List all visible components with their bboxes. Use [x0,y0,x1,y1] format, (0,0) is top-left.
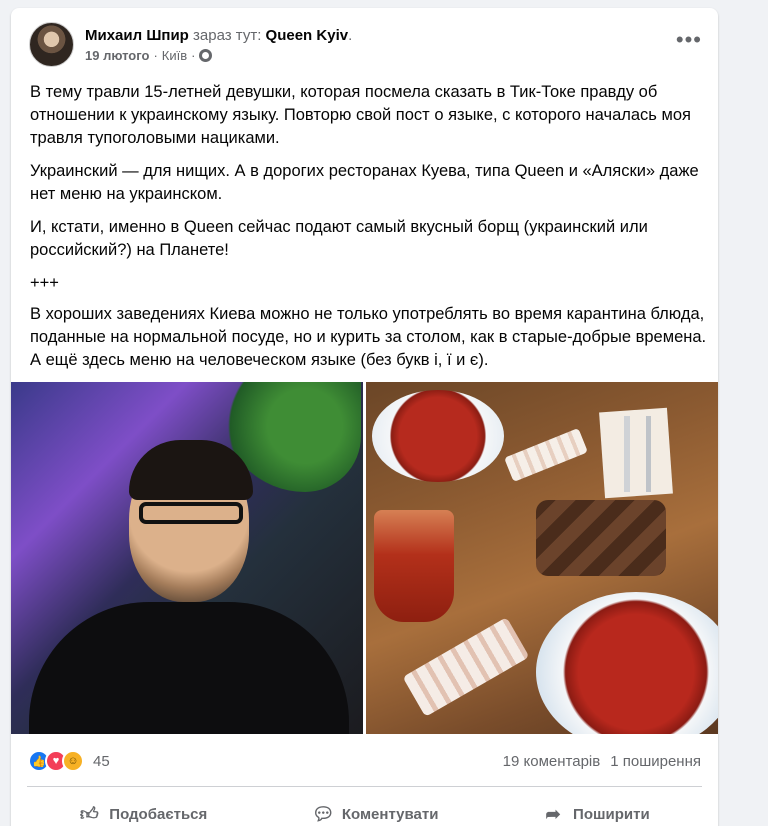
dot-separator: · [153,47,158,63]
post-meta: Михаил Шпир зараз тут: Queen Kyiv. 19 лю… [85,26,352,63]
reactions-summary[interactable]: 👍 ♥ ☺ 45 [28,750,110,772]
comment-icon: 💬︎ [311,803,335,824]
like-button[interactable]: 👍︎ Подобається [63,797,223,826]
drink-glass-shape [374,510,454,622]
comment-label: Коментувати [341,805,439,823]
post-text: В тему травли 15-летней девушки, которая… [30,81,710,382]
post-subline: 19 лютого · Київ · [85,48,352,63]
napkin-shape [599,407,673,499]
more-options-icon[interactable]: ••• [676,29,702,51]
borscht-bowl-shape [372,390,504,482]
post-city: Київ [161,47,188,63]
share-icon: ➦ [545,803,561,824]
comment-button[interactable]: 💬︎ Коментувати [296,798,455,826]
like-label: Подобається [109,805,208,823]
at-text: зараз тут: [188,26,266,44]
post-paragraph: Украинский — для нищих. А в дорогих рест… [30,162,699,203]
photo-food[interactable] [366,382,718,734]
place-link[interactable]: Queen Kyiv [266,27,349,44]
avatar[interactable] [29,21,74,67]
reaction-count: 45 [93,752,110,770]
photo-grid [11,382,718,734]
sweater-shape [29,602,349,734]
author-name[interactable]: Михаил Шпир [85,27,189,44]
author-line: Михаил Шпир зараз тут: Queen Kyiv. [85,26,352,46]
bread-shape [536,500,666,576]
share-label: Поширити [573,805,650,823]
post-paragraph: +++ [30,274,59,292]
post-date[interactable]: 19 лютого [85,48,149,63]
post-stats: 👍 ♥ ☺ 45 19 коментарів 1 поширення [28,746,701,776]
salo-shape [504,427,588,483]
glasses-shape [139,502,243,524]
dot-separator: · [191,47,196,63]
post-paragraph: В тему травли 15-летней девушки, которая… [30,83,691,147]
knife-shape [646,416,651,492]
globe-icon[interactable] [199,48,213,62]
thumbs-up-icon: 👍︎ [79,804,99,824]
post-paragraph: В хороших заведениях Киева можно не толь… [30,305,707,369]
salo-plate-shape [402,617,530,717]
divider [27,786,702,787]
comments-count[interactable]: 19 коментарів [503,753,601,770]
post-card: Михаил Шпир зараз тут: Queen Kyiv. 19 лю… [11,8,718,826]
engagement-counts: 19 коментарів 1 поширення [503,753,701,770]
photo-portrait[interactable] [11,382,363,734]
post-header: Михаил Шпир зараз тут: Queen Kyiv. 19 лю… [29,20,352,68]
shares-count[interactable]: 1 поширення [610,753,701,770]
period: . [348,26,353,44]
post-paragraph: И, кстати, именно в Queen сейчас подают … [30,218,648,259]
borscht-plate-shape [536,592,718,734]
action-bar: 👍︎ Подобається 💬︎ Коментувати ➦ Поширити [27,796,702,826]
fork-shape [624,416,630,492]
share-button[interactable]: ➦ Поширити [527,798,666,826]
care-icon: ☺ [62,750,84,772]
